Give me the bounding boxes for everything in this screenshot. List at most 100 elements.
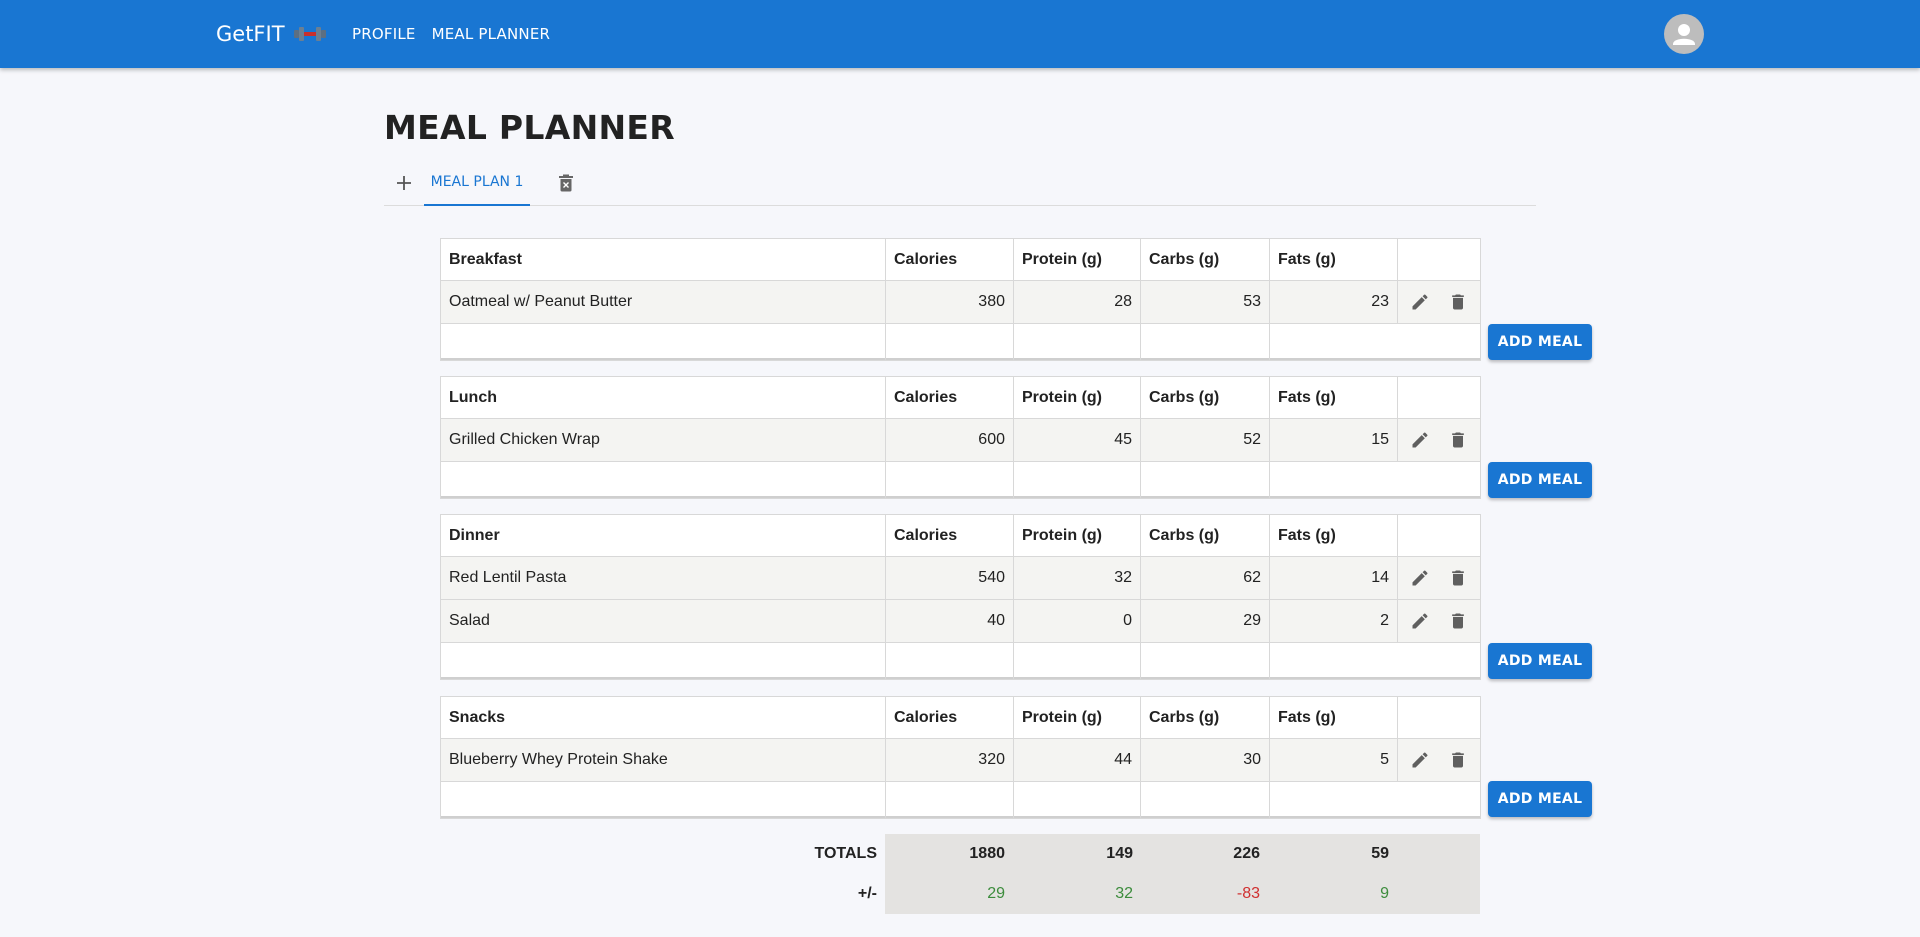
header-carbs: Carbs (g)	[1140, 238, 1270, 281]
edit-icon[interactable]	[1410, 568, 1430, 588]
new-meal-name-input[interactable]	[449, 785, 877, 815]
header-protein: Protein (g)	[1013, 376, 1141, 419]
meal-protein: 32	[1013, 556, 1141, 600]
new-meal-protein-input[interactable]	[1022, 646, 1132, 676]
tab-meal-plan-1[interactable]: MEAL PLAN 1	[424, 160, 530, 206]
new-meal-name-input[interactable]	[449, 327, 877, 357]
new-meal-protein-cell	[1013, 323, 1141, 361]
new-meal-carbs-input[interactable]	[1149, 465, 1261, 495]
meal-calories: 40	[885, 599, 1014, 643]
header-fats: Fats (g)	[1269, 514, 1398, 557]
new-meal-protein-input[interactable]	[1022, 327, 1132, 357]
header-calories: Calories	[885, 376, 1014, 419]
meal-protein: 44	[1013, 738, 1141, 782]
meal-protein: 45	[1013, 418, 1141, 462]
new-meal-name-input[interactable]	[449, 646, 877, 676]
new-meal-name-input[interactable]	[449, 465, 877, 495]
meal-carbs: 53	[1140, 280, 1270, 324]
new-meal-protein-cell	[1013, 642, 1141, 680]
add-meal-button-snacks[interactable]: ADD MEAL	[1488, 781, 1592, 817]
new-meal-carbs-cell	[1140, 781, 1270, 819]
row-actions	[1397, 738, 1481, 782]
meal-calories: 540	[885, 556, 1014, 600]
brand[interactable]: GetFIT	[216, 22, 327, 46]
header-calories: Calories	[885, 238, 1014, 281]
delete-icon[interactable]	[1448, 611, 1468, 631]
add-meal-button-breakfast[interactable]: ADD MEAL	[1488, 324, 1592, 360]
delete-forever-icon	[559, 174, 573, 192]
header-fats: Fats (g)	[1269, 376, 1398, 419]
total-carbs: 226	[1233, 845, 1260, 862]
new-meal-fats-input[interactable]	[1278, 465, 1472, 495]
row-actions	[1397, 280, 1481, 324]
delete-icon[interactable]	[1448, 292, 1468, 312]
nav-profile[interactable]: PROFILE	[352, 25, 416, 43]
total-protein: 149	[1106, 845, 1133, 862]
new-meal-carbs-cell	[1140, 323, 1270, 361]
add-plan-button[interactable]	[384, 160, 424, 206]
edit-icon[interactable]	[1410, 430, 1430, 450]
table-row: Salad 40 0 29 2	[440, 599, 1481, 643]
delete-icon[interactable]	[1448, 568, 1468, 588]
table-row: Oatmeal w/ Peanut Butter 380 28 53 23	[440, 280, 1481, 324]
new-meal-calories-input[interactable]	[894, 327, 1005, 357]
new-meal-protein-input[interactable]	[1022, 465, 1132, 495]
new-meal-calories-input[interactable]	[894, 465, 1005, 495]
total-fats: 59	[1371, 845, 1389, 862]
new-meal-calories-input[interactable]	[894, 646, 1005, 676]
edit-icon[interactable]	[1410, 750, 1430, 770]
meal-protein: 28	[1013, 280, 1141, 324]
new-meal-fats-cell	[1269, 781, 1481, 819]
add-meal-button-dinner[interactable]: ADD MEAL	[1488, 643, 1592, 679]
meal-calories: 380	[885, 280, 1014, 324]
new-meal-carbs-cell	[1140, 642, 1270, 680]
breakfast-table: Breakfast Calories Protein (g) Carbs (g)…	[440, 238, 1481, 361]
new-meal-protein-cell	[1013, 461, 1141, 499]
header-actions	[1397, 514, 1481, 557]
header-fats: Fats (g)	[1269, 696, 1398, 739]
new-meal-fats-input[interactable]	[1278, 327, 1472, 357]
meal-calories: 320	[885, 738, 1014, 782]
new-meal-fats-cell	[1269, 461, 1481, 499]
delete-icon[interactable]	[1448, 430, 1468, 450]
header-protein: Protein (g)	[1013, 514, 1141, 557]
delete-icon[interactable]	[1448, 750, 1468, 770]
meal-protein: 0	[1013, 599, 1141, 643]
nav-meal-planner[interactable]: MEAL PLANNER	[432, 25, 551, 43]
new-meal-name-cell	[440, 781, 886, 819]
edit-icon[interactable]	[1410, 611, 1430, 631]
new-meal-fats-input[interactable]	[1278, 646, 1472, 676]
new-meal-name-cell	[440, 642, 886, 680]
totals-panel: 1880 149 226 59 29 32 -83 9	[885, 834, 1480, 914]
meal-fats: 2	[1269, 599, 1398, 643]
diff-label: +/-	[857, 885, 877, 902]
new-meal-name-cell	[440, 461, 886, 499]
header-protein: Protein (g)	[1013, 238, 1141, 281]
meal-name: Red Lentil Pasta	[440, 556, 886, 600]
row-actions	[1397, 599, 1481, 643]
avatar[interactable]	[1664, 14, 1704, 54]
new-meal-fats-input[interactable]	[1278, 785, 1472, 815]
diff-fats: 9	[1380, 885, 1389, 902]
new-meal-calories-input[interactable]	[894, 785, 1005, 815]
lunch-table: Lunch Calories Protein (g) Carbs (g) Fat…	[440, 376, 1481, 499]
header-carbs: Carbs (g)	[1140, 696, 1270, 739]
table-row: Blueberry Whey Protein Shake 320 44 30 5	[440, 738, 1481, 782]
new-meal-carbs-input[interactable]	[1149, 785, 1261, 815]
edit-icon[interactable]	[1410, 292, 1430, 312]
add-meal-button-lunch[interactable]: ADD MEAL	[1488, 462, 1592, 498]
brand-name: GetFIT	[216, 22, 285, 46]
header-fats: Fats (g)	[1269, 238, 1398, 281]
delete-plan-button[interactable]	[552, 160, 580, 206]
header-carbs: Carbs (g)	[1140, 514, 1270, 557]
diff-protein: 32	[1115, 885, 1133, 902]
meal-fats: 5	[1269, 738, 1398, 782]
row-actions	[1397, 418, 1481, 462]
new-meal-carbs-input[interactable]	[1149, 327, 1261, 357]
new-meal-calories-cell	[885, 323, 1014, 361]
new-meal-carbs-input[interactable]	[1149, 646, 1261, 676]
new-meal-calories-cell	[885, 781, 1014, 819]
totals-label: TOTALS	[814, 845, 877, 862]
meal-plan-tabs: MEAL PLAN 1	[384, 160, 1536, 206]
new-meal-protein-input[interactable]	[1022, 785, 1132, 815]
